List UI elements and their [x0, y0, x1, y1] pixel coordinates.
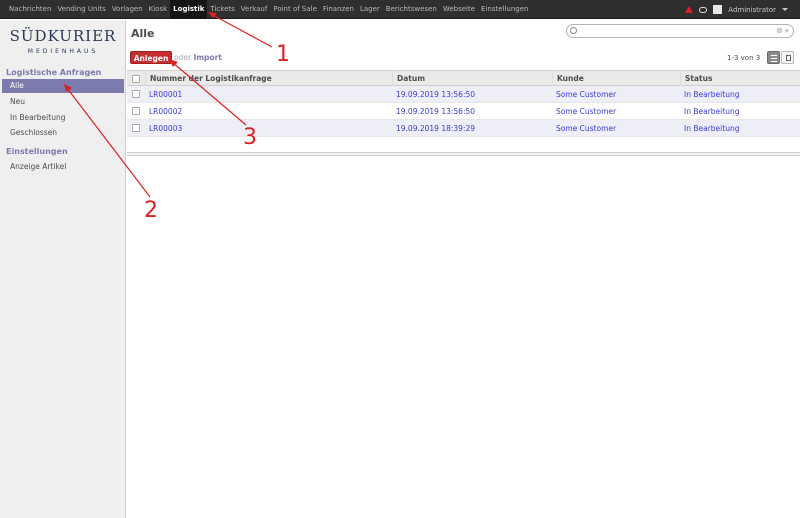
table-header: Nummer der Logistikanfrage Datum Kunde S… [127, 70, 800, 86]
cell-kunde[interactable]: Some Customer [552, 86, 616, 103]
sidebar-section-logistische-anfragen: Logistische Anfragen [6, 68, 102, 77]
cell-datum[interactable]: 19.09.2019 13:56:50 [392, 103, 475, 120]
search-input[interactable] [566, 24, 794, 38]
sidebar: SÜDKURIER MEDIENHAUS Logistische Anfrage… [0, 20, 126, 518]
cell-status[interactable]: In Bearbeitung [680, 120, 739, 137]
cell-kunde[interactable]: Some Customer [552, 103, 616, 120]
cell-datum[interactable]: 19.09.2019 18:39:29 [392, 120, 475, 137]
pager-value: 1-3 von 3 [727, 54, 761, 62]
search-icon [570, 27, 577, 34]
menu-logistik[interactable]: Logistik [170, 0, 208, 19]
list-view-button[interactable] [767, 51, 780, 64]
menu-einstellungen[interactable]: Einstellungen [478, 0, 531, 19]
sidebar-item-geschlossen[interactable]: Geschlossen [2, 126, 124, 140]
menu-berichtswesen[interactable]: Berichtswesen [383, 0, 440, 19]
column-header-status[interactable]: Status [680, 71, 800, 86]
cell-nummer[interactable]: LR00003 [145, 120, 182, 137]
sidebar-item-neu[interactable]: Neu [2, 95, 124, 109]
column-header-datum[interactable]: Datum [392, 71, 552, 86]
import-area: oder Import [174, 53, 222, 62]
row-checkbox[interactable] [132, 124, 140, 132]
sidebar-item-in-bearbeitung[interactable]: In Bearbeitung [2, 111, 124, 125]
table-footer [127, 152, 800, 156]
sidebar-item-anzeige-artikel[interactable]: Anzeige Artikel [2, 160, 124, 174]
page-title: Alle [131, 27, 155, 40]
cell-nummer[interactable]: LR00001 [145, 86, 182, 103]
clear-search-icon[interactable]: ⊗ [776, 26, 783, 36]
column-header-nummer[interactable]: Nummer der Logistikanfrage [145, 71, 377, 86]
logo-main-text: SÜDKURIER [9, 27, 117, 45]
menu-vending-units[interactable]: Vending Units [54, 0, 108, 19]
cell-kunde[interactable]: Some Customer [552, 120, 616, 137]
row-checkbox[interactable] [132, 90, 140, 98]
menu-tickets[interactable]: Tickets [207, 0, 237, 19]
sidebar-item-alle[interactable]: Alle [2, 79, 124, 93]
menu-vorlagen[interactable]: Vorlagen [109, 0, 146, 19]
column-header-kunde[interactable]: Kunde [552, 71, 680, 86]
logo-sub-text: MEDIENHAUS [27, 48, 99, 55]
chevron-down-icon[interactable] [782, 8, 788, 11]
cell-datum[interactable]: 19.09.2019 13:56:50 [392, 86, 475, 103]
menu-verkauf[interactable]: Verkauf [238, 0, 271, 19]
cell-nummer[interactable]: LR00002 [145, 103, 182, 120]
top-menu: Nachrichten Vending Units Vorlagen Kiosk… [6, 0, 531, 19]
avatar[interactable] [713, 5, 723, 14]
menu-kiosk[interactable]: Kiosk [146, 0, 171, 19]
sidebar-section-einstellungen: Einstellungen [6, 147, 68, 156]
menu-lager[interactable]: Lager [357, 0, 383, 19]
search-options-icon[interactable]: ▾ [785, 26, 789, 36]
requests-table: Nummer der Logistikanfrage Datum Kunde S… [127, 70, 800, 137]
cell-status[interactable]: In Bearbeitung [680, 103, 739, 120]
select-all-checkbox[interactable] [132, 75, 140, 83]
annotation-label-1: 1 [276, 42, 290, 67]
table-row[interactable]: LR00001 19.09.2019 13:56:50 Some Custome… [127, 86, 800, 103]
user-menu[interactable]: Administrator [728, 6, 776, 14]
menu-nachrichten[interactable]: Nachrichten [6, 0, 54, 19]
menu-webseite[interactable]: Webseite [440, 0, 478, 19]
form-view-button[interactable] [781, 51, 794, 64]
import-link[interactable]: Import [193, 53, 221, 62]
cell-status[interactable]: In Bearbeitung [680, 86, 739, 103]
row-checkbox[interactable] [132, 107, 140, 115]
top-navigation-bar: Nachrichten Vending Units Vorlagen Kiosk… [0, 0, 800, 19]
create-button[interactable]: Anlegen [130, 51, 172, 64]
menu-finanzen[interactable]: Finanzen [320, 0, 357, 19]
or-text: oder [174, 53, 192, 62]
warning-icon[interactable] [685, 6, 694, 13]
table-row[interactable]: LR00003 19.09.2019 18:39:29 Some Custome… [127, 120, 800, 137]
chat-icon[interactable] [699, 6, 708, 13]
user-area: Administrator [685, 0, 788, 19]
company-logo: SÜDKURIER MEDIENHAUS [8, 27, 118, 65]
menu-point-of-sale[interactable]: Point of Sale [270, 0, 320, 19]
annotation-label-3: 3 [243, 125, 257, 150]
table-row[interactable]: LR00002 19.09.2019 13:56:50 Some Custome… [127, 103, 800, 120]
annotation-label-2: 2 [144, 198, 158, 223]
